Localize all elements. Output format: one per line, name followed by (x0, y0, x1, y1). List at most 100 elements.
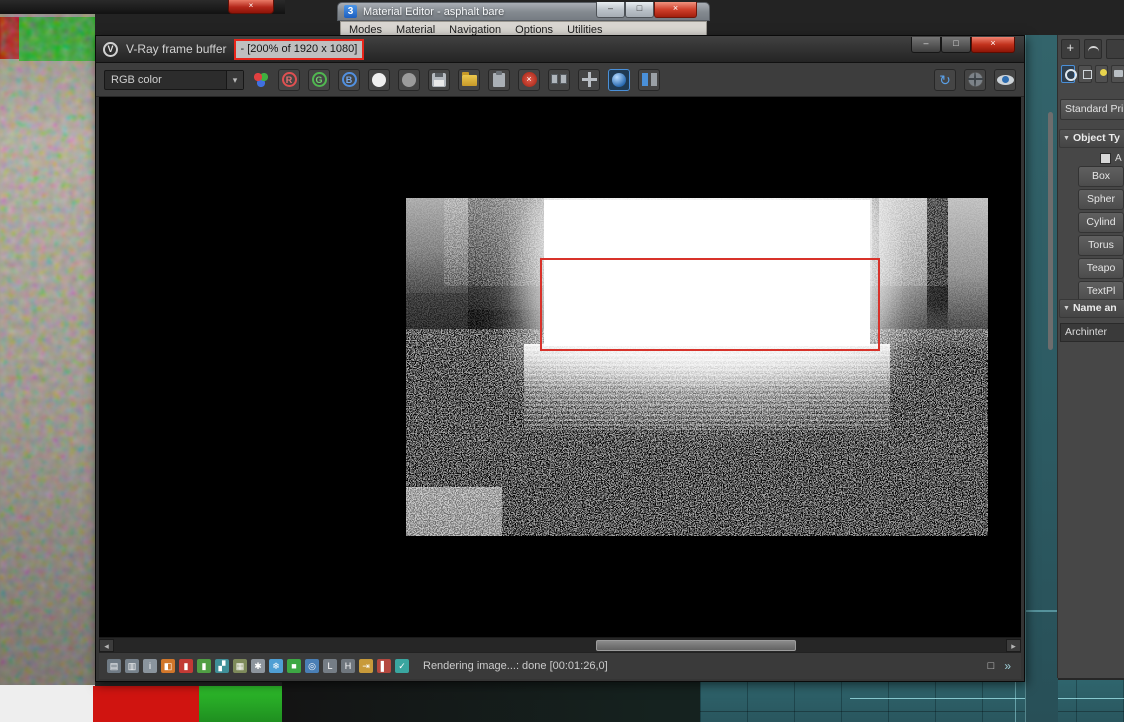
vfb-titlebar[interactable]: V V-Ray frame buffer - [200% of 1920 x 1… (96, 36, 1024, 63)
cameras-category-icon[interactable] (1111, 65, 1124, 83)
panel-tabs: + (1061, 38, 1124, 60)
object-name-field[interactable]: Archinter (1060, 323, 1124, 342)
lut-icon[interactable]: L (323, 659, 337, 673)
name-and-color-rollout[interactable]: ▼ Name an (1059, 299, 1124, 318)
eye-icon (996, 74, 1014, 85)
pixel-inspect-button[interactable] (994, 68, 1016, 91)
maximize-button[interactable]: □ (941, 37, 971, 53)
red-levels-icon[interactable]: ▮ (179, 659, 193, 673)
save-image-button[interactable] (428, 68, 450, 91)
vfb-window-buttons: – □ × (911, 37, 1015, 53)
green-channel-button[interactable]: G (308, 68, 330, 91)
rollout-arrow-icon: ▼ (1063, 305, 1070, 312)
scroll-left-icon[interactable]: ◂ (99, 639, 114, 652)
background-titlebar-fragment: × (0, 0, 285, 14)
viewport-bottom-sliver[interactable] (700, 680, 1124, 722)
h-stamp-icon[interactable]: H (341, 659, 355, 673)
image-icon[interactable]: ▦ (233, 659, 247, 673)
minimize-button[interactable]: – (911, 37, 941, 53)
color-corrections-icon[interactable] (252, 70, 270, 89)
monochrome-button[interactable] (398, 68, 420, 91)
scroll-right-icon[interactable]: ▸ (1006, 639, 1021, 652)
load-image-icon (461, 72, 477, 86)
object-button-torus[interactable]: Torus (1078, 235, 1124, 256)
close-button[interactable]: × (971, 37, 1015, 53)
close-button[interactable]: × (654, 2, 697, 18)
track-mouse-icon (612, 72, 626, 87)
minimize-button[interactable]: – (596, 2, 625, 18)
autogrid-row: A (1100, 152, 1122, 164)
vray-sphere-icon[interactable]: ◎ (305, 659, 319, 673)
lights-category-icon[interactable] (1094, 65, 1109, 83)
rendered-image[interactable] (406, 198, 988, 536)
vfb-statusbar: ▤ ▥ i ◧ ▮ ▮ ▞ ▦ ✱ ❄ ■ ◎ L H ⇥ ▌ ✓ Rendering image...: do… (99, 652, 1021, 679)
maximize-button[interactable]: □ (625, 2, 654, 18)
vfb-title: V-Ray frame buffer (126, 42, 227, 56)
vfb-canvas-area[interactable] (99, 97, 1021, 637)
modify-tab-icon[interactable] (1083, 39, 1103, 59)
material-editor-window-buttons: – □ × (596, 2, 697, 18)
object-button-cylind[interactable]: Cylind (1078, 212, 1124, 233)
object-button-box[interactable]: Box (1078, 166, 1124, 187)
texture-white-patch (0, 685, 95, 722)
channel-dropdown[interactable]: RGB color ▾ (104, 69, 244, 90)
autogrid-checkbox[interactable] (1100, 152, 1111, 164)
green-levels-icon[interactable]: ▮ (197, 659, 211, 673)
half-res-icon[interactable]: ◧ (161, 659, 175, 673)
gear-icon[interactable]: ✱ (251, 659, 265, 673)
vray-logo-icon: V (103, 41, 118, 57)
snowflake-icon[interactable]: ❄ (269, 659, 283, 673)
duplicate-buffer-icon (551, 74, 567, 85)
hierarchy-tab-icon[interactable] (1106, 39, 1124, 59)
clipboard-button[interactable] (488, 68, 510, 91)
object-type-buttons: Box Spher Cylind Torus Teapo TextPl (1078, 166, 1124, 302)
primitive-category-dropdown[interactable]: Standard Prim (1060, 99, 1124, 120)
chart-icon[interactable]: ▞ (215, 659, 229, 673)
blue-channel-label: B (341, 72, 357, 87)
object-button-spher[interactable]: Spher (1078, 189, 1124, 210)
channel-dropdown-value: RGB color (111, 73, 162, 86)
viewport-grid-line (700, 711, 1124, 712)
alpha-channel-button[interactable] (368, 68, 390, 91)
bottom-green-swatch (199, 686, 282, 722)
close-button[interactable]: × (228, 0, 274, 14)
viewport-grid-line (1015, 680, 1016, 722)
detach-icon[interactable]: □ (988, 660, 995, 672)
load-image-button[interactable] (458, 68, 480, 91)
track-mouse-button[interactable] (608, 68, 630, 91)
object-button-teapo[interactable]: Teapo (1078, 258, 1124, 279)
alpha-circle-icon (372, 72, 386, 87)
check-icon[interactable]: ✓ (395, 659, 409, 673)
create-tab-icon[interactable]: + (1061, 39, 1080, 59)
shapes-category-icon[interactable] (1077, 65, 1092, 83)
viewport-right-sliver[interactable] (1025, 35, 1058, 722)
create-categories (1061, 63, 1124, 85)
globe-button[interactable] (964, 68, 986, 91)
refresh-arrow-icon: ↻ (939, 71, 951, 88)
green-swatch-icon[interactable]: ■ (287, 659, 301, 673)
expand-chevrons-icon[interactable]: » (1004, 659, 1011, 673)
green-channel-label: G (311, 72, 327, 87)
compare-button[interactable] (638, 68, 660, 91)
pan-icon (581, 72, 597, 87)
clear-image-button[interactable]: × (518, 68, 540, 91)
horizontal-scrollbar[interactable]: ◂ ▸ (99, 637, 1021, 653)
il-bars-icon[interactable]: ▌ (377, 659, 391, 673)
clamp-icon[interactable]: ⇥ (359, 659, 373, 673)
globe-icon (967, 72, 983, 87)
geometry-category-icon[interactable] (1061, 65, 1077, 83)
frame-stamp-icon[interactable]: ▤ (107, 659, 121, 673)
object-type-rollout[interactable]: ▼ Object Ty (1059, 129, 1124, 148)
autogrid-label: A (1115, 152, 1122, 164)
refresh-button[interactable]: ↻ (934, 68, 956, 91)
bottom-red-swatch (93, 686, 199, 722)
red-channel-button[interactable]: R (278, 68, 300, 91)
info-icon[interactable]: i (143, 659, 157, 673)
pan-button[interactable] (578, 68, 600, 91)
duplicate-buffer-button[interactable] (548, 68, 570, 91)
blue-channel-button[interactable]: B (338, 68, 360, 91)
red-channel-label: R (281, 72, 297, 87)
scrollbar-thumb[interactable] (596, 640, 796, 651)
monitors-icon[interactable]: ▥ (125, 659, 139, 673)
panel-scrollbar[interactable] (1048, 112, 1053, 350)
